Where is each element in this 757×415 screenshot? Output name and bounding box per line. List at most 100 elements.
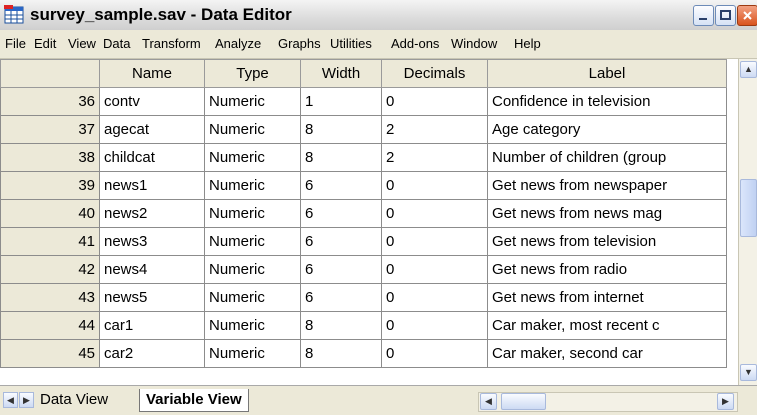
- label-cell[interactable]: Number of children (group: [487, 143, 727, 172]
- tab-data-view[interactable]: Data View: [40, 389, 108, 411]
- label-cell[interactable]: Get news from news mag: [487, 199, 727, 228]
- menu-help[interactable]: Help: [514, 36, 541, 51]
- column-header[interactable]: Type: [204, 59, 301, 88]
- type-cell[interactable]: Numeric: [204, 283, 301, 312]
- column-header[interactable]: Name: [99, 59, 205, 88]
- horizontal-scroll-thumb[interactable]: [501, 393, 546, 410]
- type-cell[interactable]: Numeric: [204, 143, 301, 172]
- tab-variable-view[interactable]: Variable View: [139, 389, 249, 412]
- name-cell[interactable]: contv: [99, 87, 205, 116]
- row-number[interactable]: 37: [0, 115, 100, 144]
- table-row: 43 news5 Numeric 6 0 Get news from inter…: [0, 283, 727, 312]
- decimals-cell[interactable]: 0: [381, 227, 488, 256]
- type-cell[interactable]: Numeric: [204, 255, 301, 284]
- width-cell[interactable]: 8: [300, 339, 382, 368]
- tab-next-button[interactable]: ▶: [19, 392, 34, 408]
- decimals-cell[interactable]: 0: [381, 311, 488, 340]
- name-cell[interactable]: agecat: [99, 115, 205, 144]
- row-number[interactable]: 41: [0, 227, 100, 256]
- width-cell[interactable]: 6: [300, 227, 382, 256]
- horizontal-scrollbar[interactable]: ◀ ▶: [478, 392, 738, 412]
- row-number[interactable]: 39: [0, 171, 100, 200]
- decimals-cell[interactable]: 0: [381, 171, 488, 200]
- name-cell[interactable]: news2: [99, 199, 205, 228]
- label-cell[interactable]: Get news from television: [487, 227, 727, 256]
- close-button[interactable]: [737, 5, 757, 26]
- decimals-cell[interactable]: 0: [381, 283, 488, 312]
- decimals-cell[interactable]: 0: [381, 255, 488, 284]
- label-cell[interactable]: Get news from internet: [487, 283, 727, 312]
- decimals-cell[interactable]: 0: [381, 339, 488, 368]
- table-row: 42 news4 Numeric 6 0 Get news from radio: [0, 255, 727, 284]
- menu-graphs[interactable]: Graphs: [278, 36, 321, 51]
- name-cell[interactable]: news1: [99, 171, 205, 200]
- row-number[interactable]: 43: [0, 283, 100, 312]
- column-header[interactable]: Label: [487, 59, 727, 88]
- minimize-icon: [699, 18, 707, 20]
- menu-analyze[interactable]: Analyze: [215, 36, 261, 51]
- scroll-up-button[interactable]: ▲: [740, 61, 757, 78]
- menu-edit[interactable]: Edit: [34, 36, 56, 51]
- decimals-cell[interactable]: 2: [381, 143, 488, 172]
- width-cell[interactable]: 6: [300, 283, 382, 312]
- scroll-thumb[interactable]: [740, 179, 757, 237]
- type-cell[interactable]: Numeric: [204, 171, 301, 200]
- row-number[interactable]: 40: [0, 199, 100, 228]
- width-cell[interactable]: 1: [300, 87, 382, 116]
- type-cell[interactable]: Numeric: [204, 311, 301, 340]
- menu-window[interactable]: Window: [451, 36, 497, 51]
- scroll-left-button[interactable]: ◀: [480, 393, 497, 410]
- chevron-up-icon: ▲: [744, 64, 753, 74]
- window-title: survey_sample.sav - Data Editor: [30, 5, 292, 24]
- decimals-cell[interactable]: 0: [381, 199, 488, 228]
- table-row: 45 car2 Numeric 8 0 Car maker, second ca…: [0, 339, 727, 368]
- vertical-scrollbar[interactable]: ▲ ▼: [738, 59, 757, 385]
- label-cell[interactable]: Age category: [487, 115, 727, 144]
- row-number[interactable]: 38: [0, 143, 100, 172]
- menu-file[interactable]: File: [5, 36, 26, 51]
- menu-data[interactable]: Data: [103, 36, 130, 51]
- decimals-cell[interactable]: 2: [381, 115, 488, 144]
- width-cell[interactable]: 8: [300, 115, 382, 144]
- row-number[interactable]: 44: [0, 311, 100, 340]
- row-number[interactable]: 36: [0, 87, 100, 116]
- type-cell[interactable]: Numeric: [204, 115, 301, 144]
- decimals-cell[interactable]: 0: [381, 87, 488, 116]
- width-cell[interactable]: 6: [300, 199, 382, 228]
- name-cell[interactable]: car2: [99, 339, 205, 368]
- name-cell[interactable]: childcat: [99, 143, 205, 172]
- label-cell[interactable]: Car maker, second car: [487, 339, 727, 368]
- type-cell[interactable]: Numeric: [204, 87, 301, 116]
- menu-utilities[interactable]: Utilities: [330, 36, 372, 51]
- row-number[interactable]: 45: [0, 339, 100, 368]
- name-cell[interactable]: news4: [99, 255, 205, 284]
- chevron-down-icon: ▼: [744, 367, 753, 377]
- menu-view[interactable]: View: [68, 36, 96, 51]
- minimize-button[interactable]: [693, 5, 714, 26]
- maximize-button[interactable]: [715, 5, 736, 26]
- name-cell[interactable]: news5: [99, 283, 205, 312]
- menu-transform[interactable]: Transform: [142, 36, 201, 51]
- scroll-right-button[interactable]: ▶: [717, 393, 734, 410]
- type-cell[interactable]: Numeric: [204, 199, 301, 228]
- name-cell[interactable]: car1: [99, 311, 205, 340]
- label-cell[interactable]: Confidence in television: [487, 87, 727, 116]
- variable-grid: Name Type Width Decimals Label 36 contv …: [0, 59, 738, 385]
- corner-cell[interactable]: [0, 59, 100, 88]
- type-cell[interactable]: Numeric: [204, 339, 301, 368]
- width-cell[interactable]: 8: [300, 311, 382, 340]
- width-cell[interactable]: 8: [300, 143, 382, 172]
- row-number[interactable]: 42: [0, 255, 100, 284]
- width-cell[interactable]: 6: [300, 255, 382, 284]
- width-cell[interactable]: 6: [300, 171, 382, 200]
- menu-addons[interactable]: Add-ons: [391, 36, 439, 51]
- label-cell[interactable]: Car maker, most recent c: [487, 311, 727, 340]
- column-header[interactable]: Width: [300, 59, 382, 88]
- label-cell[interactable]: Get news from radio: [487, 255, 727, 284]
- label-cell[interactable]: Get news from newspaper: [487, 171, 727, 200]
- name-cell[interactable]: news3: [99, 227, 205, 256]
- type-cell[interactable]: Numeric: [204, 227, 301, 256]
- tab-prev-button[interactable]: ◀: [3, 392, 18, 408]
- scroll-down-button[interactable]: ▼: [740, 364, 757, 381]
- column-header[interactable]: Decimals: [381, 59, 488, 88]
